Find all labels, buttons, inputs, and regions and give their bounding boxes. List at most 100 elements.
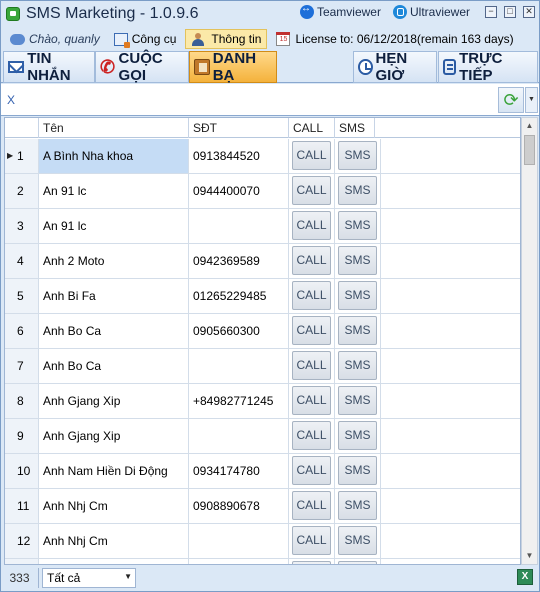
row-index[interactable]: 3 — [5, 209, 39, 243]
sms-button[interactable]: SMS — [338, 281, 377, 310]
contact-phone-cell[interactable]: 0942369589 — [189, 244, 289, 278]
row-index[interactable]: 11 — [5, 489, 39, 523]
row-index[interactable]: 5 — [5, 279, 39, 313]
tab-live[interactable]: TRỰC TIẾP — [438, 50, 538, 84]
table-row[interactable]: 2 An 91 lc 0944400070 CALL SMS — [5, 174, 520, 209]
contact-phone-cell[interactable]: 01265229485 — [189, 279, 289, 313]
contact-name-cell[interactable]: An 91 lc — [39, 209, 189, 243]
contact-name-cell[interactable]: Anh Nam Hiền Di Động — [39, 454, 189, 488]
row-index[interactable]: 6 — [5, 314, 39, 348]
row-index[interactable]: 12 — [5, 524, 39, 558]
search-input[interactable] — [5, 90, 485, 110]
tab-schedule[interactable]: HẸN GIỜ — [353, 50, 437, 84]
sms-button[interactable]: SMS — [338, 141, 377, 170]
filter-select[interactable]: Tất cả ▼ — [42, 568, 136, 588]
sms-button[interactable]: SMS — [338, 386, 377, 415]
header-sms[interactable]: SMS — [335, 118, 375, 138]
tab-label: TRỰC TIẾP — [459, 50, 503, 84]
excel-export-icon[interactable]: X — [517, 569, 533, 585]
refresh-button[interactable]: ⟳ — [498, 87, 524, 113]
table-row[interactable]: 12 Anh Nhj Cm CALL SMS — [5, 524, 520, 559]
scroll-up-icon[interactable]: ▲ — [522, 118, 537, 134]
close-button[interactable]: ✕ — [523, 6, 535, 18]
contact-phone-cell[interactable] — [189, 524, 289, 558]
contact-name-cell[interactable]: A Bình Nha khoa — [39, 139, 189, 173]
table-row[interactable]: 9 Anh Gjang Xip CALL SMS — [5, 419, 520, 454]
contact-phone-cell[interactable] — [189, 209, 289, 243]
teamviewer-link[interactable]: Teamviewer — [299, 3, 381, 19]
sms-button[interactable]: SMS — [338, 526, 377, 555]
ultraviewer-link[interactable]: Ultraviewer — [392, 5, 470, 19]
maximize-button[interactable]: □ — [504, 6, 516, 18]
call-button[interactable]: CALL — [292, 211, 331, 240]
call-button[interactable]: CALL — [292, 386, 331, 415]
scroll-thumb[interactable] — [524, 135, 535, 165]
table-row[interactable]: 10 Anh Nam Hiền Di Động 0934174780 CALL SMS — [5, 454, 520, 489]
call-button[interactable]: CALL — [292, 526, 331, 555]
call-button[interactable]: CALL — [292, 421, 331, 450]
contact-phone-cell[interactable] — [189, 419, 289, 453]
info-menu[interactable]: Thông tin — [185, 29, 268, 49]
table-row[interactable]: 4 Anh 2 Moto 0942369589 CALL SMS — [5, 244, 520, 279]
license-info: 15 License to: 06/12/2018(remain 163 day… — [271, 29, 518, 49]
sms-button[interactable]: SMS — [338, 421, 377, 450]
table-row[interactable]: 5 Anh Bi Fa 01265229485 CALL SMS — [5, 279, 520, 314]
table-row[interactable]: 11 Anh Nhj Cm 0908890678 CALL SMS — [5, 489, 520, 524]
sms-button[interactable]: SMS — [338, 176, 377, 205]
contact-name-cell[interactable]: Anh Gjang Xip — [39, 384, 189, 418]
scroll-down-icon[interactable]: ▼ — [522, 548, 537, 564]
contact-phone-cell[interactable]: 0913844520 — [189, 139, 289, 173]
grid-vertical-scrollbar[interactable]: ▲ ▼ — [521, 117, 538, 565]
sms-button[interactable]: SMS — [338, 246, 377, 275]
tab-contacts[interactable]: DANH BẠ — [189, 50, 277, 84]
greeting-item[interactable]: Chào, quanly — [5, 29, 105, 49]
row-index[interactable]: 4 — [5, 244, 39, 278]
contact-name-cell[interactable]: Anh Gjang Xip — [39, 419, 189, 453]
row-index[interactable]: 10 — [5, 454, 39, 488]
contact-phone-cell[interactable]: 0934174780 — [189, 454, 289, 488]
contact-name-cell[interactable]: Anh Bo Ca — [39, 314, 189, 348]
contact-phone-cell[interactable] — [189, 349, 289, 383]
header-phone[interactable]: SĐT — [189, 118, 289, 138]
row-index[interactable]: 1 — [5, 139, 39, 173]
call-button[interactable]: CALL — [292, 176, 331, 205]
contact-phone-cell[interactable]: 0908890678 — [189, 489, 289, 523]
call-button[interactable]: CALL — [292, 316, 331, 345]
minimize-button[interactable]: − — [485, 6, 497, 18]
contact-name-cell[interactable]: An 91 lc — [39, 174, 189, 208]
table-row[interactable]: 6 Anh Bo Ca 0905660300 CALL SMS — [5, 314, 520, 349]
contact-name-cell[interactable]: Anh Nhj Cm — [39, 489, 189, 523]
sms-button[interactable]: SMS — [338, 456, 377, 485]
table-row[interactable]: 1A Bình Nha khoa0913844520CALLSMS — [5, 139, 520, 174]
tools-menu[interactable]: Công cụ — [109, 29, 182, 49]
header-call[interactable]: CALL — [289, 118, 335, 138]
table-row[interactable]: 8 Anh Gjang Xip +84982771245 CALL SMS — [5, 384, 520, 419]
row-index[interactable]: 9 — [5, 419, 39, 453]
call-button[interactable]: CALL — [292, 491, 331, 520]
search-dropdown-button[interactable]: ▼ — [525, 87, 538, 113]
call-button[interactable]: CALL — [292, 246, 331, 275]
sms-button[interactable]: SMS — [338, 351, 377, 380]
sms-button[interactable]: SMS — [338, 316, 377, 345]
call-button[interactable]: CALL — [292, 456, 331, 485]
contact-phone-cell[interactable]: 0944400070 — [189, 174, 289, 208]
row-index[interactable]: 8 — [5, 384, 39, 418]
contact-phone-cell[interactable]: +84982771245 — [189, 384, 289, 418]
contact-name-cell[interactable]: Anh 2 Moto — [39, 244, 189, 278]
row-index[interactable]: 2 — [5, 174, 39, 208]
call-button[interactable]: CALL — [292, 281, 331, 310]
tab-calls[interactable]: ✆ CUỘC GỌI — [95, 50, 189, 84]
contact-phone-cell[interactable]: 0905660300 — [189, 314, 289, 348]
header-name[interactable]: Tên — [39, 118, 189, 138]
table-row[interactable]: 7 Anh Bo Ca CALL SMS — [5, 349, 520, 384]
call-button[interactable]: CALL — [292, 351, 331, 380]
tab-messages[interactable]: TIN NHẮN — [3, 50, 95, 84]
call-button[interactable]: CALL — [292, 141, 331, 170]
contact-name-cell[interactable]: Anh Bo Ca — [39, 349, 189, 383]
sms-button[interactable]: SMS — [338, 491, 377, 520]
contact-name-cell[interactable]: Anh Bi Fa — [39, 279, 189, 313]
sms-button[interactable]: SMS — [338, 211, 377, 240]
contact-name-cell[interactable]: Anh Nhj Cm — [39, 524, 189, 558]
table-row[interactable]: 3 An 91 lc CALL SMS — [5, 209, 520, 244]
row-index[interactable]: 7 — [5, 349, 39, 383]
